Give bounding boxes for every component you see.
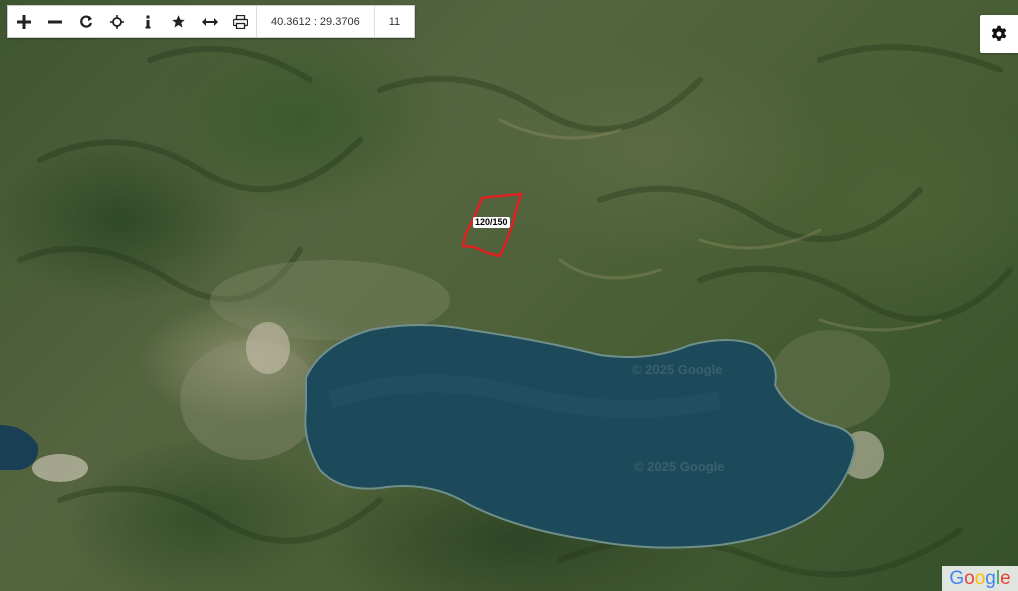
favorite-button[interactable] xyxy=(163,6,194,37)
satellite-map[interactable]: 120/150 © 2025 Google © 2025 Google 40.3… xyxy=(0,0,1018,591)
refresh-button[interactable] xyxy=(70,6,101,37)
locate-button[interactable] xyxy=(101,6,132,37)
google-logo: Google xyxy=(949,567,1011,589)
terrain-layer xyxy=(0,44,1013,578)
gear-icon xyxy=(991,25,1007,41)
lake-shape xyxy=(304,324,857,549)
arrows-horizontal-icon xyxy=(201,17,218,26)
settings-button[interactable] xyxy=(980,15,1018,53)
refresh-icon xyxy=(79,14,92,28)
crosshair-icon xyxy=(109,14,124,29)
google-attribution[interactable]: Google xyxy=(942,566,1018,591)
print-button[interactable] xyxy=(225,6,256,37)
map-watermark: © 2025 Google xyxy=(634,459,725,474)
parcel-label[interactable]: 120/150 xyxy=(473,217,510,228)
star-icon xyxy=(172,15,185,28)
zoom-level: 11 xyxy=(373,6,414,37)
minus-icon xyxy=(47,20,62,23)
zoom-out-button[interactable] xyxy=(39,6,70,37)
measure-button[interactable] xyxy=(194,6,225,37)
map-toolbar: 40.3612 : 29.3706 11 xyxy=(7,5,416,38)
info-icon xyxy=(145,15,150,28)
info-button[interactable] xyxy=(132,6,163,37)
plus-icon xyxy=(16,14,31,29)
zoom-in-button[interactable] xyxy=(8,6,39,37)
coordinate-readout: 40.3612 : 29.3706 xyxy=(256,6,374,37)
printer-icon xyxy=(233,14,248,29)
map-watermark: © 2025 Google xyxy=(632,362,723,377)
